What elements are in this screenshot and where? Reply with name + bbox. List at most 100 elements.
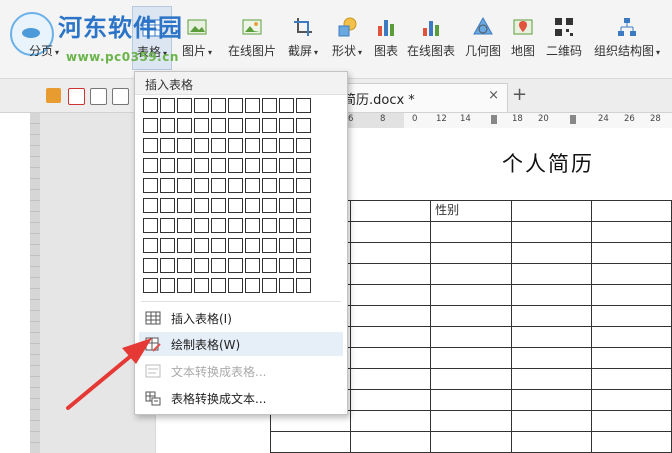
grid-cell[interactable] bbox=[160, 98, 175, 113]
ribbon-online-chart-button[interactable]: 在线图表 bbox=[404, 6, 458, 68]
table-cell[interactable] bbox=[430, 305, 512, 327]
grid-cell[interactable] bbox=[143, 218, 158, 233]
grid-cell[interactable] bbox=[177, 198, 192, 213]
table-cell[interactable] bbox=[350, 410, 432, 432]
grid-cell[interactable] bbox=[211, 218, 226, 233]
grid-cell[interactable] bbox=[262, 118, 277, 133]
grid-cell[interactable] bbox=[228, 178, 243, 193]
table-cell[interactable] bbox=[510, 368, 592, 390]
grid-cell[interactable] bbox=[143, 238, 158, 253]
grid-cell[interactable] bbox=[228, 238, 243, 253]
table-cell[interactable] bbox=[510, 284, 592, 306]
table-cell[interactable] bbox=[510, 200, 592, 222]
grid-cell[interactable] bbox=[194, 98, 209, 113]
ribbon-screenshot-button[interactable]: 截屏 ▾ bbox=[283, 6, 323, 68]
close-icon[interactable]: × bbox=[488, 88, 499, 103]
grid-cell[interactable] bbox=[279, 158, 294, 173]
grid-cell[interactable] bbox=[177, 138, 192, 153]
table-cell[interactable] bbox=[430, 431, 512, 453]
grid-cell[interactable] bbox=[279, 138, 294, 153]
table-cell[interactable] bbox=[510, 389, 592, 411]
menu-item-insert-table[interactable]: 插入表格(I) bbox=[139, 306, 343, 330]
table-cell[interactable] bbox=[590, 368, 672, 390]
table-cell[interactable] bbox=[350, 347, 432, 369]
grid-cell[interactable] bbox=[160, 158, 175, 173]
vertical-ruler[interactable] bbox=[30, 113, 40, 453]
grid-cell[interactable] bbox=[160, 218, 175, 233]
grid-cell[interactable] bbox=[245, 118, 260, 133]
grid-cell[interactable] bbox=[262, 278, 277, 293]
table-cell[interactable] bbox=[350, 200, 432, 222]
grid-cell[interactable] bbox=[143, 158, 158, 173]
grid-cell[interactable] bbox=[279, 258, 294, 273]
table-cell[interactable] bbox=[510, 221, 592, 243]
table-cell[interactable] bbox=[510, 263, 592, 285]
tab-document[interactable]: 简历.docx * × bbox=[336, 83, 508, 112]
grid-cell[interactable] bbox=[228, 198, 243, 213]
ribbon-shape-button[interactable]: 形状 ▾ bbox=[327, 6, 367, 68]
grid-cell[interactable] bbox=[211, 98, 226, 113]
table-cell[interactable] bbox=[590, 221, 672, 243]
grid-cell[interactable] bbox=[262, 238, 277, 253]
grid-cell[interactable] bbox=[160, 138, 175, 153]
grid-cell[interactable] bbox=[262, 98, 277, 113]
grid-cell[interactable] bbox=[177, 158, 192, 173]
grid-cell[interactable] bbox=[245, 178, 260, 193]
table-cell[interactable] bbox=[430, 284, 512, 306]
grid-cell[interactable] bbox=[177, 218, 192, 233]
table-cell[interactable] bbox=[510, 242, 592, 264]
grid-cell[interactable] bbox=[194, 258, 209, 273]
table-cell[interactable] bbox=[350, 431, 432, 453]
table-row[interactable] bbox=[269, 431, 672, 453]
grid-cell[interactable] bbox=[245, 258, 260, 273]
ribbon-qrcode-button[interactable]: 二维码 bbox=[542, 6, 586, 68]
grid-cell[interactable] bbox=[228, 278, 243, 293]
grid-cell[interactable] bbox=[279, 98, 294, 113]
table-cell[interactable] bbox=[430, 242, 512, 264]
grid-cell[interactable] bbox=[245, 198, 260, 213]
table-cell[interactable] bbox=[350, 221, 432, 243]
ribbon-org-chart-button[interactable]: 组织结构图 ▾ bbox=[590, 6, 664, 68]
grid-cell[interactable] bbox=[296, 278, 311, 293]
grid-cell[interactable] bbox=[245, 218, 260, 233]
grid-cell[interactable] bbox=[262, 218, 277, 233]
grid-cell[interactable] bbox=[211, 258, 226, 273]
print-preview-icon[interactable] bbox=[90, 88, 107, 105]
table-cell[interactable] bbox=[350, 368, 432, 390]
grid-cell[interactable] bbox=[177, 98, 192, 113]
table-cell[interactable] bbox=[590, 347, 672, 369]
table-cell[interactable] bbox=[350, 242, 432, 264]
ribbon-chart-button[interactable]: 图表 bbox=[370, 6, 402, 68]
table-cell[interactable] bbox=[510, 305, 592, 327]
table-cell[interactable] bbox=[590, 410, 672, 432]
grid-cell[interactable] bbox=[262, 178, 277, 193]
table-cell[interactable] bbox=[350, 305, 432, 327]
grid-cell[interactable] bbox=[279, 178, 294, 193]
table-cell[interactable] bbox=[590, 326, 672, 348]
table-cell[interactable] bbox=[350, 326, 432, 348]
table-cell[interactable] bbox=[590, 263, 672, 285]
grid-cell[interactable] bbox=[160, 178, 175, 193]
table-cell[interactable] bbox=[590, 389, 672, 411]
grid-cell[interactable] bbox=[211, 238, 226, 253]
grid-cell[interactable] bbox=[262, 258, 277, 273]
grid-cell[interactable] bbox=[279, 198, 294, 213]
grid-cell[interactable] bbox=[245, 158, 260, 173]
grid-cell[interactable] bbox=[194, 218, 209, 233]
grid-cell[interactable] bbox=[143, 138, 158, 153]
grid-cell[interactable] bbox=[143, 278, 158, 293]
search-doc-icon[interactable] bbox=[112, 88, 129, 105]
grid-cell[interactable] bbox=[211, 198, 226, 213]
table-cell[interactable] bbox=[510, 326, 592, 348]
table-cell[interactable] bbox=[350, 389, 432, 411]
grid-cell[interactable] bbox=[160, 258, 175, 273]
grid-cell[interactable] bbox=[211, 178, 226, 193]
grid-cell[interactable] bbox=[245, 278, 260, 293]
grid-cell[interactable] bbox=[279, 238, 294, 253]
grid-cell[interactable] bbox=[245, 138, 260, 153]
table-size-grid[interactable] bbox=[143, 98, 339, 298]
grid-cell[interactable] bbox=[211, 138, 226, 153]
horizontal-ruler[interactable]: 6 8 0 12 14 18 20 24 26 28 bbox=[336, 113, 672, 129]
table-cell[interactable] bbox=[510, 431, 592, 453]
grid-cell[interactable] bbox=[245, 98, 260, 113]
